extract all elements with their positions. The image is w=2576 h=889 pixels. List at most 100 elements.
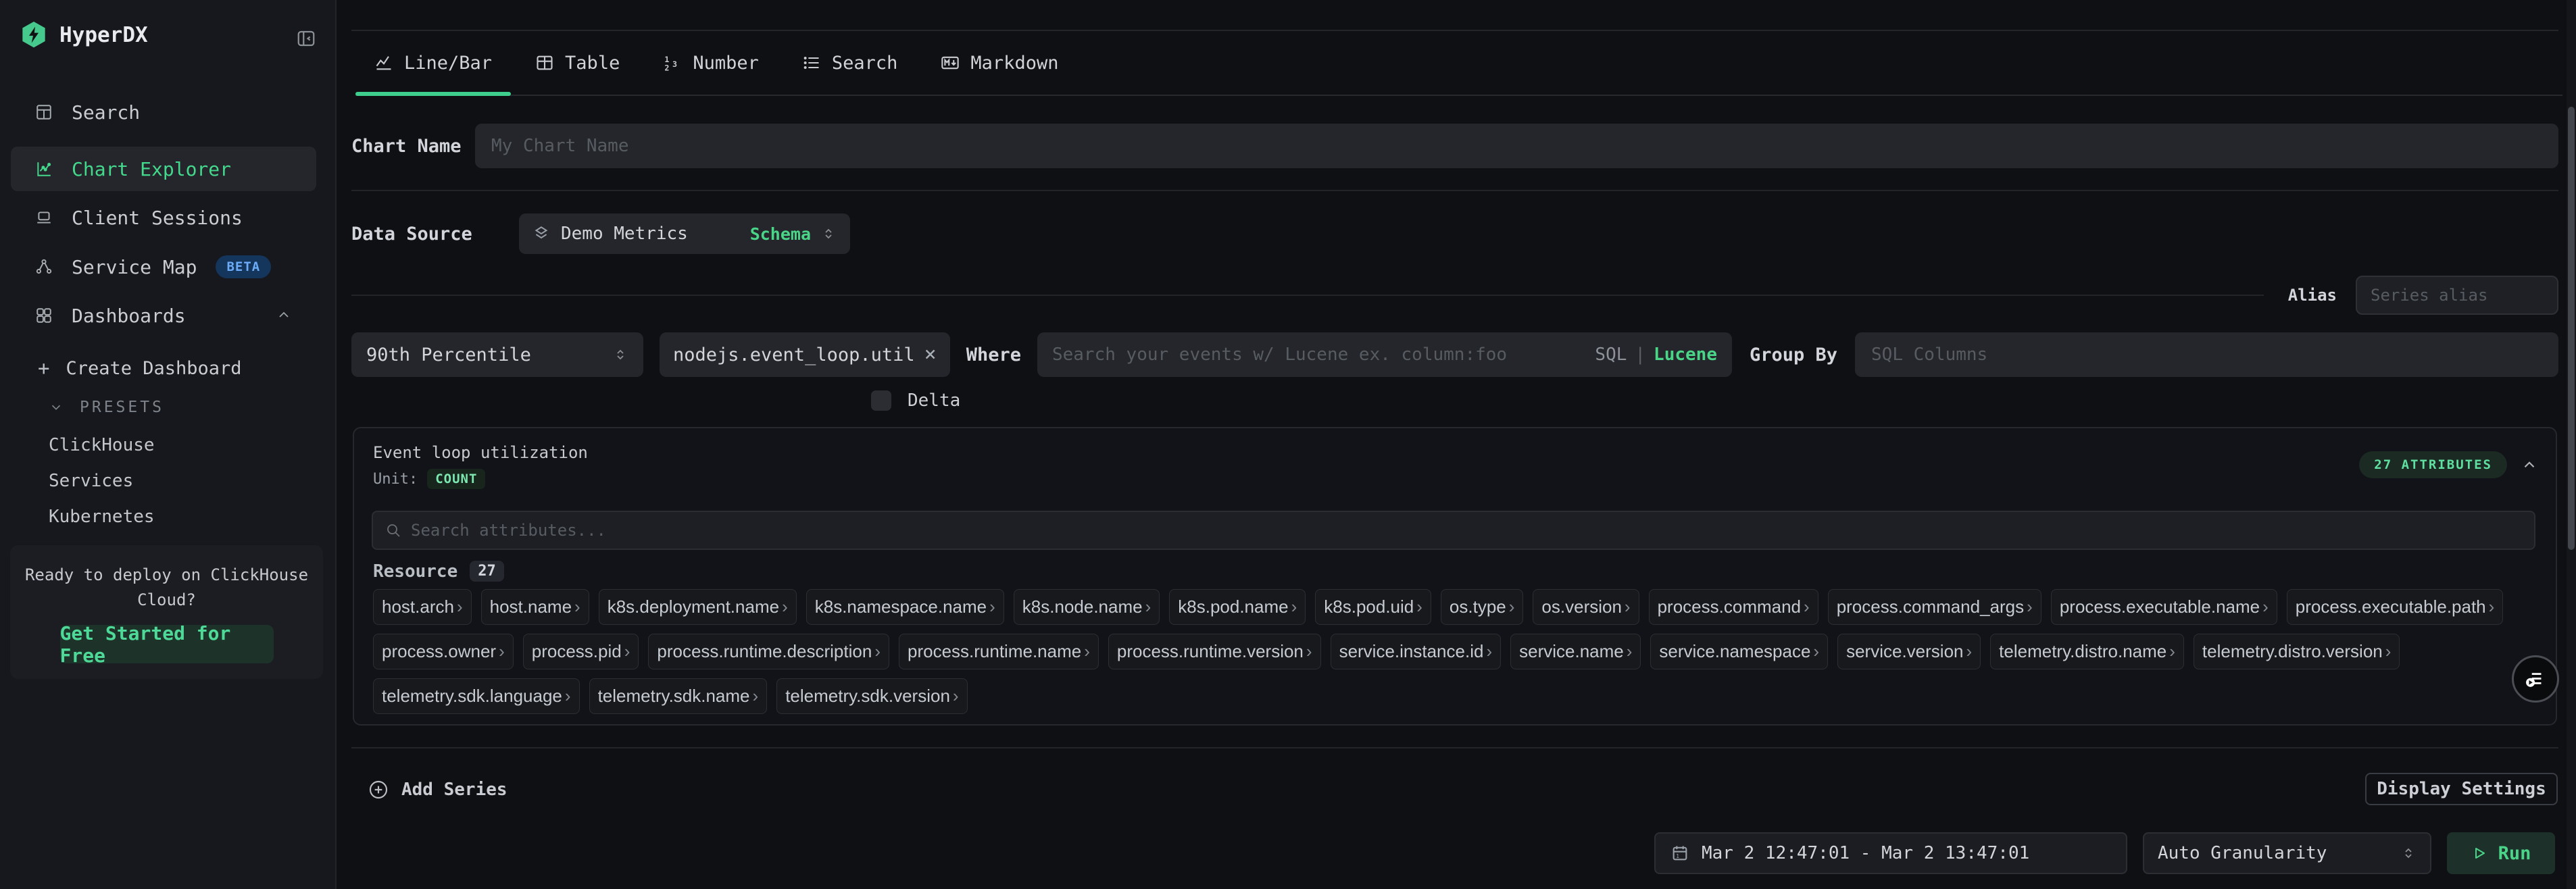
calendar-icon: 1 (1670, 844, 1689, 863)
data-source-label: Data Source (351, 224, 519, 245)
service-map-icon (35, 258, 53, 276)
where-search-input[interactable] (1052, 345, 1588, 365)
chart-name-input[interactable] (475, 124, 2558, 168)
data-source-select[interactable]: Demo Metrics Schema (519, 213, 850, 254)
chevron-right-icon: › (874, 641, 881, 662)
time-range-picker[interactable]: 1 Mar 2 12:47:01 - Mar 2 13:47:01 (1654, 832, 2127, 874)
selector-updown-icon (2400, 845, 2417, 861)
aggregation-select[interactable]: 90th Percentile (351, 332, 643, 377)
list-icon (802, 53, 821, 72)
preset-item[interactable]: Services (49, 463, 155, 499)
attribute-chip[interactable]: service.name › (1510, 634, 1641, 669)
attribute-chip[interactable]: telemetry.sdk.name › (589, 678, 768, 714)
tab-line-bar[interactable]: Line/Bar (355, 31, 511, 95)
data-source-row: Data Source Demo Metrics Schema (351, 213, 850, 254)
attribute-chip[interactable]: process.owner › (373, 634, 514, 669)
create-dashboard-button[interactable]: + Create Dashboard (38, 357, 242, 380)
granularity-select[interactable]: Auto Granularity (2143, 832, 2431, 874)
close-icon[interactable]: × (924, 345, 937, 365)
chevron-right-icon: › (574, 596, 580, 617)
attribute-chip[interactable]: k8s.pod.name › (1169, 589, 1306, 625)
attribute-chip[interactable]: os.version › (1533, 589, 1639, 625)
tab-markdown[interactable]: Markdown (922, 31, 1077, 95)
sidebar-item-dashboards[interactable]: Dashboards (11, 293, 316, 338)
attribute-chip[interactable]: process.executable.path › (2287, 589, 2504, 625)
series-alias-input[interactable] (2356, 276, 2558, 315)
metric-attributes-panel: Event loop utilization Unit: COUNT 27 AT… (353, 427, 2557, 726)
attribute-chip[interactable]: k8s.node.name › (1014, 589, 1160, 625)
attribute-chip[interactable]: telemetry.sdk.language › (373, 678, 580, 714)
app-logo[interactable]: HyperDX (20, 20, 148, 50)
attribute-chip[interactable]: process.pid › (523, 634, 639, 669)
sql-option[interactable]: SQL (1595, 345, 1627, 365)
tab-search[interactable]: Search (783, 31, 917, 95)
chevron-right-icon: › (989, 596, 995, 617)
chevron-up-icon[interactable] (276, 307, 292, 324)
attributes-header-right: 27 ATTRIBUTES (2359, 451, 2538, 478)
chevron-right-icon: › (457, 596, 463, 617)
attribute-chip[interactable]: process.executable.name › (2051, 589, 2277, 625)
footer-divider (351, 747, 2558, 748)
chevron-right-icon: › (1966, 641, 1973, 662)
attribute-chip[interactable]: k8s.deployment.name › (599, 589, 797, 625)
plus-circle-icon (368, 779, 389, 801)
attribute-chip[interactable]: k8s.pod.uid › (1315, 589, 1431, 625)
attribute-chip[interactable]: service.instance.id › (1331, 634, 1502, 669)
attribute-chip[interactable]: host.arch › (373, 589, 472, 625)
add-series-label: Add Series (401, 780, 507, 800)
attribute-chip[interactable]: host.name › (481, 589, 589, 625)
add-series-button[interactable]: Add Series (368, 774, 507, 805)
attribute-chip[interactable]: process.runtime.version › (1108, 634, 1321, 669)
scrollbar-thumb[interactable] (2568, 107, 2575, 550)
attribute-chip[interactable]: telemetry.sdk.version › (776, 678, 967, 714)
schema-link[interactable]: Schema (750, 224, 811, 244)
attribute-search-input[interactable] (411, 521, 2522, 540)
group-by-input[interactable] (1855, 332, 2558, 377)
lucene-option[interactable]: Lucene (1654, 345, 1717, 365)
chevron-right-icon: › (1509, 596, 1515, 617)
sidebar-item-chart-explorer[interactable]: Chart Explorer (11, 147, 316, 191)
get-started-button[interactable]: Get Started for Free (60, 625, 274, 663)
scrollbar-track[interactable] (2567, 0, 2576, 889)
metric-field-tag[interactable]: nodejs.event_loop.util × (660, 332, 950, 377)
series-divider-line (351, 295, 2264, 296)
sidebar-item-client-sessions[interactable]: Client Sessions (11, 195, 316, 240)
attribute-chip[interactable]: process.command_args › (1828, 589, 2041, 625)
attribute-chip[interactable]: k8s.namespace.name › (806, 589, 1004, 625)
chevron-up-icon[interactable] (2521, 456, 2538, 474)
chevron-right-icon: › (2027, 596, 2033, 617)
chevron-right-icon: › (499, 641, 505, 662)
promo-text: Ready to deploy on ClickHouse Cloud? (20, 563, 313, 613)
run-button[interactable]: Run (2447, 832, 2555, 874)
attribute-chip[interactable]: telemetry.distro.version › (2194, 634, 2400, 669)
query-language-toggle[interactable]: SQL | Lucene (1595, 345, 1717, 365)
unit-value-badge: COUNT (427, 469, 485, 489)
collapse-sidebar-icon[interactable] (296, 28, 316, 49)
attribute-chip[interactable]: os.type › (1441, 589, 1524, 625)
chevron-right-icon: › (1804, 596, 1810, 617)
group-by-label: Group By (1750, 345, 1837, 365)
attribute-chip[interactable]: service.namespace › (1650, 634, 1828, 669)
chevron-right-icon: › (2385, 641, 2392, 662)
attribute-chip[interactable]: process.command › (1649, 589, 1818, 625)
attribute-chip[interactable]: telemetry.distro.name › (1990, 634, 2184, 669)
delta-checkbox[interactable] (871, 390, 891, 411)
preset-item[interactable]: Kubernetes (49, 499, 155, 534)
tab-number[interactable]: 123 Number (644, 31, 778, 95)
delta-row: Delta (871, 390, 960, 411)
sidebar-item-service-map[interactable]: Service Map BETA (11, 245, 316, 289)
layers-icon (532, 225, 550, 243)
attribute-chip[interactable]: service.version › (1837, 634, 1981, 669)
line-chart-icon (374, 53, 393, 72)
sidebar-item-search[interactable]: Search (11, 90, 316, 134)
presets-section-toggle[interactable]: PRESETS (49, 399, 164, 416)
chart-type-tabs: Line/Bar Table 123 Number Search Markdow… (355, 31, 2562, 96)
display-settings-button[interactable]: Display Settings (2365, 773, 2558, 805)
feedback-floating-button[interactable] (2512, 655, 2559, 703)
attribute-chip[interactable]: process.runtime.description › (648, 634, 889, 669)
tab-table[interactable]: Table (516, 31, 639, 95)
sidebar-item-label: Chart Explorer (72, 158, 231, 180)
preset-item[interactable]: ClickHouse (49, 427, 155, 463)
attribute-chip[interactable]: process.runtime.name › (899, 634, 1099, 669)
table-icon (535, 53, 554, 72)
